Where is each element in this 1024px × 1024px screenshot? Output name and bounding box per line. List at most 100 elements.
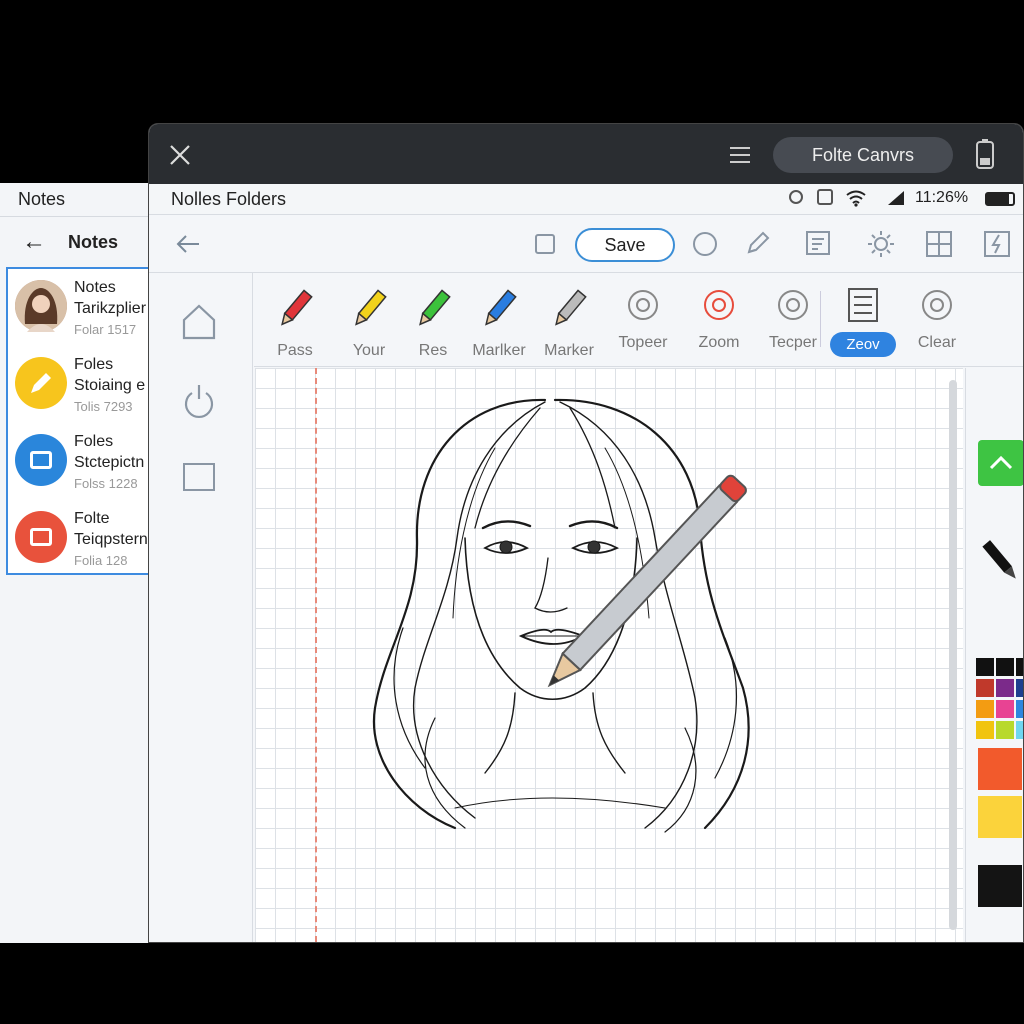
canvas-scrollbar[interactable]: [949, 380, 957, 930]
back-arrow-icon[interactable]: ←: [22, 228, 46, 256]
menu-icon[interactable]: [729, 146, 751, 164]
power-icon[interactable]: [183, 383, 215, 419]
pen-icon[interactable]: [745, 230, 771, 256]
tool-label: Marker: [544, 342, 594, 359]
color-swatch[interactable]: [996, 658, 1014, 676]
tool-res[interactable]: Res: [400, 287, 466, 360]
list-item-meta: Folar 1517: [74, 322, 137, 337]
margin-guide: [315, 368, 317, 942]
large-color-swatch[interactable]: [978, 748, 1022, 790]
notes-edit-icon[interactable]: [805, 230, 833, 258]
stamp-icon: [775, 287, 811, 328]
tool-marlker[interactable]: Marlker: [466, 287, 532, 360]
battery-device-icon[interactable]: [975, 138, 995, 170]
green-pencil-icon: [411, 287, 455, 336]
close-icon[interactable]: [169, 144, 191, 166]
app-icon: [817, 189, 833, 205]
color-swatch[interactable]: [996, 700, 1014, 718]
blue-pencil-icon: [477, 287, 521, 336]
list-item[interactable]: Foles Stctepictn Folss 1228: [8, 423, 154, 500]
drawing-canvas[interactable]: [255, 368, 963, 942]
right-color-panel: [965, 368, 1023, 942]
tool-clear[interactable]: Clear: [904, 287, 970, 352]
list-item-title: Folte: [74, 510, 110, 527]
large-color-swatch[interactable]: [978, 796, 1022, 838]
color-swatch[interactable]: [1016, 721, 1023, 739]
color-swatch[interactable]: [976, 721, 994, 739]
yellow-pencil-icon: [347, 287, 391, 336]
list-item[interactable]: Foles Stoiaing e Tolis 7293: [8, 346, 154, 423]
save-button-label: Save: [604, 235, 646, 255]
color-swatch[interactable]: [996, 679, 1014, 697]
grid-icon[interactable]: [925, 230, 953, 258]
list-item-title: Notes: [74, 279, 116, 296]
tool-pass[interactable]: Pass: [262, 287, 328, 360]
tool-topeer[interactable]: Topeer: [610, 287, 676, 352]
home-icon[interactable]: [181, 303, 217, 341]
list-item[interactable]: Folte Teiqpstern Folia 128: [8, 500, 154, 573]
list-item-meta: Tolis 7293: [74, 399, 133, 414]
color-swatch[interactable]: [1016, 700, 1023, 718]
page-icon[interactable]: [535, 234, 555, 254]
status-row: Nolles Folders 11:26%: [149, 184, 1023, 215]
zoom-icon: [701, 287, 737, 328]
notes-list: Notes Tarikzplier Folar 1517 Foles Stoiaing …: [6, 267, 156, 575]
left-rail: [149, 273, 253, 942]
list-item-meta: Folss 1228: [74, 476, 138, 491]
title-bar: Folte Canvrs: [149, 124, 1023, 184]
share-icon: [989, 455, 1013, 470]
save-button[interactable]: Save: [575, 228, 675, 262]
red-pencil-icon: [273, 287, 317, 336]
tool-marker[interactable]: Marker: [536, 287, 602, 360]
shape-icon: [625, 287, 661, 328]
tool-label: Marlker: [472, 342, 526, 359]
app-title-pill[interactable]: Folte Canvrs: [773, 137, 953, 173]
color-swatch[interactable]: [976, 658, 994, 676]
notes-window-title: Notes: [0, 183, 159, 217]
color-swatch[interactable]: [976, 679, 994, 697]
tool-your[interactable]: Your: [336, 287, 402, 360]
tool-label: Res: [418, 342, 448, 359]
color-swatch[interactable]: [996, 721, 1014, 739]
color-swatch[interactable]: [1016, 679, 1023, 697]
signal-icon: [888, 191, 904, 205]
tool-tecper[interactable]: Tecper: [760, 287, 826, 352]
profile-photo: [15, 280, 67, 332]
list-item[interactable]: Notes Tarikzplier Folar 1517: [8, 269, 154, 346]
tool-label: Zeov: [830, 332, 896, 357]
background-notes-window: Notes ← Notes Notes Tarikzplier Folar 1517…: [0, 183, 160, 943]
export-icon[interactable]: [983, 230, 1011, 258]
brush-tool-icon[interactable]: [976, 536, 1024, 586]
folder-icon: [15, 434, 67, 486]
record-icon: [789, 190, 803, 204]
frame-icon[interactable]: [183, 463, 215, 491]
battery-icon: [985, 192, 1015, 206]
tool-zeov[interactable]: Zeov: [830, 287, 896, 357]
list-item-subtitle: Stctepictn: [74, 454, 145, 471]
eraser-icon: [547, 287, 591, 336]
tool-label: Zoom: [698, 334, 740, 351]
large-color-swatch[interactable]: [978, 865, 1022, 907]
color-swatch[interactable]: [1016, 658, 1023, 676]
tool-label: Topeer: [618, 334, 668, 351]
brightness-icon[interactable]: [867, 230, 895, 258]
share-button[interactable]: [978, 440, 1023, 486]
notes-nav-title: Notes: [68, 231, 119, 252]
tool-label: Clear: [917, 334, 957, 351]
list-item-title: Foles: [74, 433, 114, 450]
list-item-subtitle: Stoiaing e: [74, 377, 146, 394]
app-title: Folte Canvrs: [811, 145, 915, 165]
list-item-meta: Folia 128: [74, 553, 128, 568]
tool-label: Your: [352, 342, 386, 359]
info-icon: [919, 287, 955, 328]
circle-icon[interactable]: [693, 232, 717, 256]
back-arrow-icon[interactable]: [175, 234, 201, 254]
main-toolbar: Save: [149, 215, 1023, 273]
list-item-title: Foles: [74, 356, 114, 373]
toolbar-divider: [820, 291, 821, 347]
document-icon: [15, 511, 67, 563]
pencil-icon: [15, 357, 67, 409]
list-item-subtitle: Tarikzplier: [74, 300, 147, 317]
tool-zoom[interactable]: Zoom: [686, 287, 752, 352]
color-swatch[interactable]: [976, 700, 994, 718]
